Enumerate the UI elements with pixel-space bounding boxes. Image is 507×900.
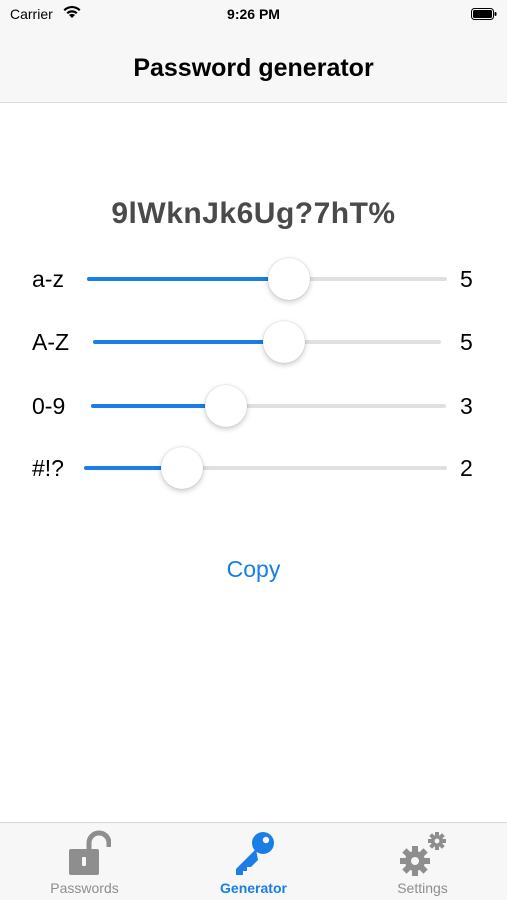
slider-value-uppercase: 5	[460, 329, 473, 355]
lowercase-slider-thumb[interactable]	[267, 258, 310, 300]
digits-slider-thumb[interactable]	[204, 385, 247, 427]
slider-value-digits: 3	[460, 393, 473, 419]
gears-icon	[399, 832, 446, 876]
navigation-bar: Password generator	[0, 28, 507, 103]
tab-label-settings: Settings	[397, 880, 448, 896]
slider-row-lowercase: a-z 5	[0, 255, 507, 305]
battery-icon	[471, 8, 497, 20]
copy-button[interactable]: Copy	[0, 556, 507, 583]
symbols-slider-thumb[interactable]	[161, 447, 203, 489]
tab-label-generator: Generator	[220, 880, 287, 896]
generated-password: 9lWknJk6Ug?7hT%	[111, 197, 396, 230]
slider-label-symbols: #!?	[32, 455, 64, 481]
uppercase-slider-fill	[93, 340, 285, 344]
digits-slider[interactable]	[91, 385, 446, 427]
tab-passwords[interactable]: Passwords	[0, 823, 169, 900]
slider-value-symbols: 2	[460, 455, 473, 481]
uppercase-slider-thumb[interactable]	[263, 321, 306, 363]
lowercase-slider-fill	[87, 277, 289, 281]
page-title: Password generator	[133, 54, 374, 82]
clock: 9:26 PM	[227, 6, 280, 22]
slider-value-lowercase: 5	[460, 266, 473, 292]
slider-label-digits: 0-9	[32, 393, 66, 419]
slider-label-lowercase: a-z	[32, 266, 64, 292]
tab-settings[interactable]: Settings	[338, 823, 507, 900]
lowercase-slider[interactable]	[87, 258, 447, 300]
slider-row-uppercase: A-Z 5	[0, 318, 507, 368]
status-bar: Carrier 9:26 PM	[0, 0, 507, 28]
slider-row-symbols: #!? 2	[0, 444, 507, 494]
tab-label-passwords: Passwords	[50, 880, 119, 896]
symbols-slider[interactable]	[84, 447, 447, 489]
key-icon	[235, 832, 274, 875]
slider-row-digits: 0-9 3	[0, 382, 507, 432]
screen: Carrier 9:26 PM Password generator 9lWkn…	[0, 0, 507, 900]
slider-label-uppercase: A-Z	[32, 329, 70, 355]
tab-generator[interactable]: Generator	[169, 823, 338, 900]
tab-bar: Passwords Generator Settings	[0, 822, 507, 900]
unlocked-padlock-icon	[68, 830, 111, 875]
uppercase-slider[interactable]	[93, 321, 441, 363]
